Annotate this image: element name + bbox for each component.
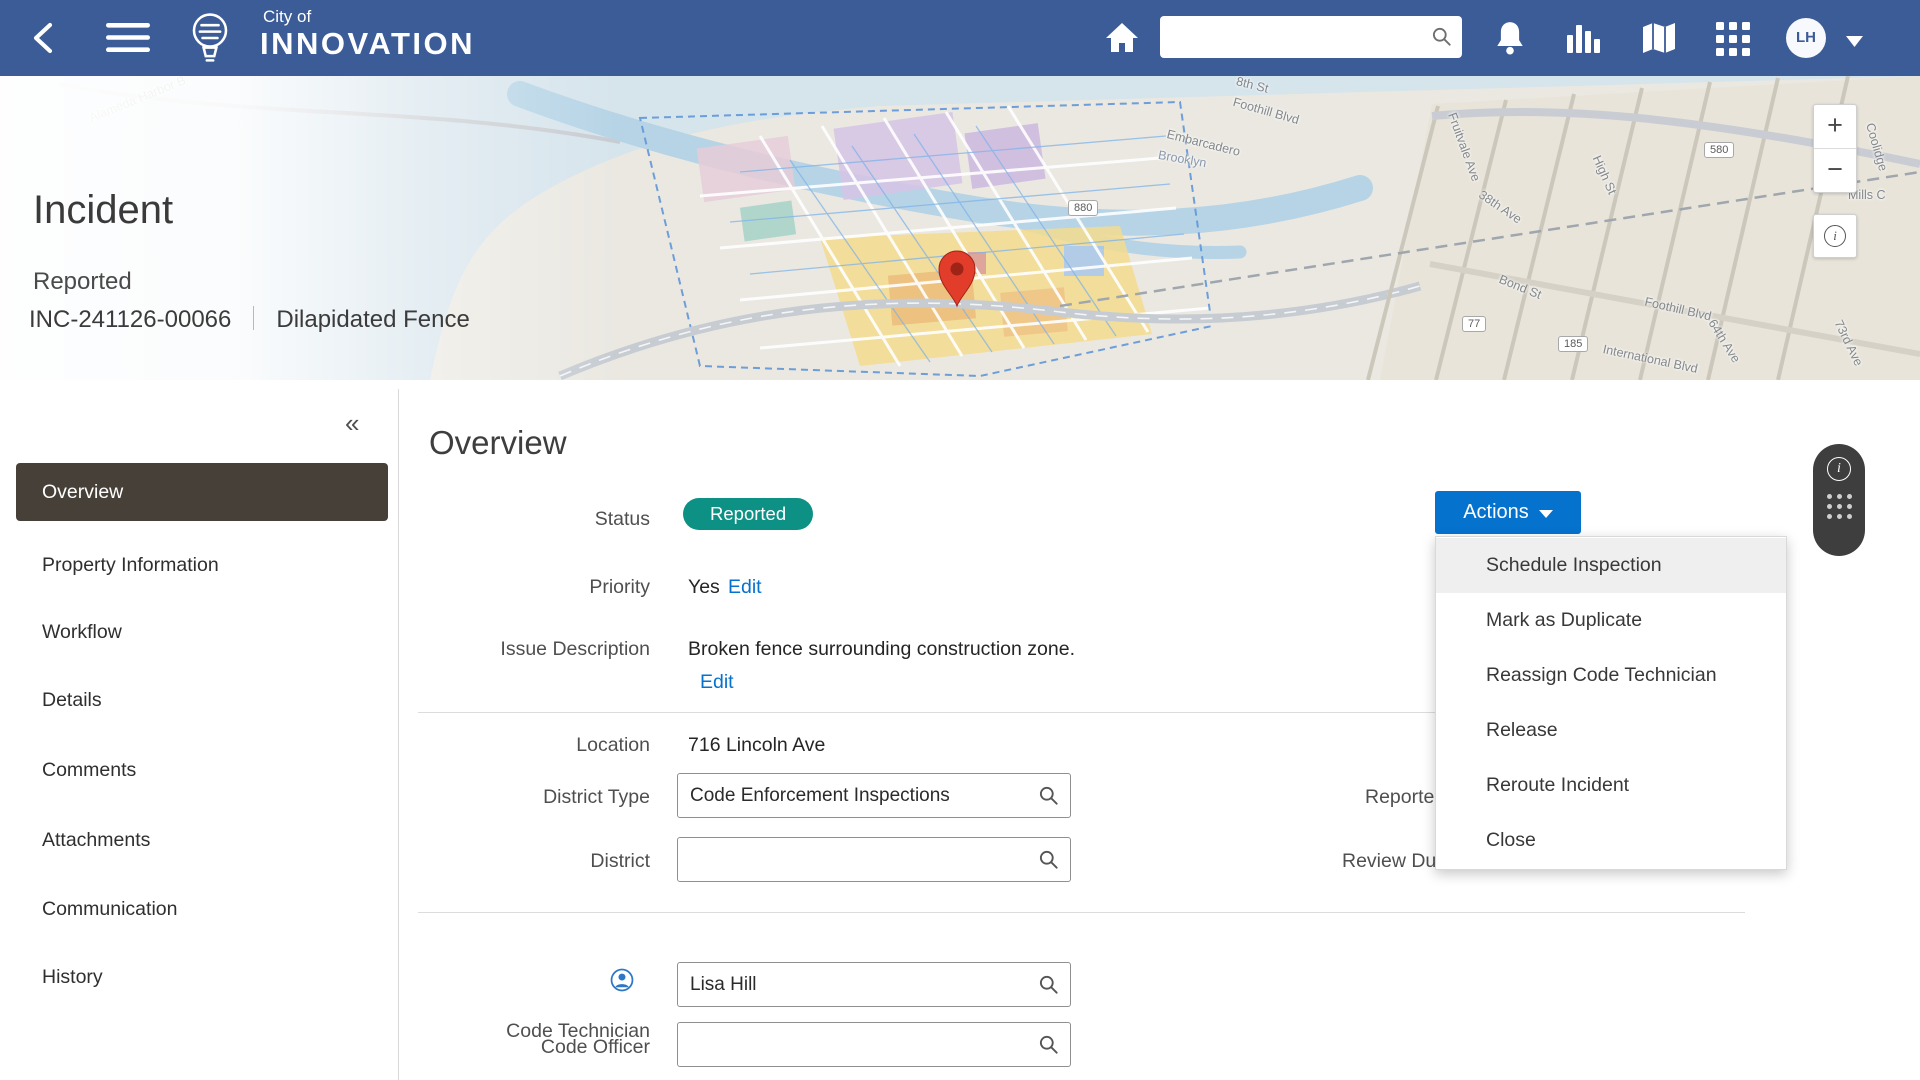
priority-value: Yes <box>688 576 720 599</box>
analytics-button[interactable] <box>1564 21 1602 60</box>
logo-city-of: City of <box>263 7 311 27</box>
menu-item-mark-as-duplicate[interactable]: Mark as Duplicate <box>1436 593 1786 648</box>
global-search: ? <box>1160 16 1462 58</box>
logo-innovation: INNOVATION <box>260 26 475 62</box>
divider <box>253 306 254 330</box>
sidebar-divider <box>398 389 399 1080</box>
code-technician-field <box>677 962 1071 1007</box>
page: City of INNOVATION ? LH <box>0 0 1920 1080</box>
search-icon[interactable] <box>1038 785 1060 812</box>
location-label: Location <box>418 734 650 757</box>
search-icon[interactable] <box>1038 974 1060 1001</box>
bar-chart-icon <box>1564 21 1602 55</box>
sidebar-item-overview[interactable]: Overview <box>16 463 388 521</box>
person-icon <box>610 968 634 997</box>
map-info-button[interactable]: i <box>1813 214 1857 258</box>
search-icon[interactable] <box>1038 1034 1060 1061</box>
bell-icon <box>1494 20 1526 56</box>
location-value: 716 Lincoln Ave <box>688 734 825 757</box>
menu-item-reassign-code-technician[interactable]: Reassign Code Technician <box>1436 648 1786 703</box>
hamburger-icon <box>106 23 150 53</box>
back-chevron-icon <box>30 21 56 55</box>
search-icon[interactable] <box>1431 26 1453 53</box>
user-menu-caret[interactable] <box>1846 34 1863 52</box>
district-field <box>677 837 1071 882</box>
priority-edit-link[interactable]: Edit <box>728 576 762 599</box>
code-officer-input[interactable] <box>678 1023 1070 1066</box>
district-type-field <box>677 773 1071 818</box>
menu-item-close[interactable]: Close <box>1436 813 1786 868</box>
search-icon[interactable] <box>1038 849 1060 876</box>
menu-item-schedule-inspection[interactable]: Schedule Inspection <box>1436 538 1786 593</box>
status-badge: Reported <box>683 498 813 530</box>
chevron-down-icon <box>1846 36 1863 47</box>
sidebar-collapse-button[interactable]: « <box>345 408 359 439</box>
incident-status-text: Reported <box>33 268 333 296</box>
home-icon <box>1104 22 1140 54</box>
apps-grid-button[interactable] <box>1716 22 1750 61</box>
code-officer-label: Code Officer <box>418 1036 650 1059</box>
code-officer-field <box>677 1022 1071 1067</box>
top-nav-bar: City of INNOVATION ? LH <box>0 0 1920 76</box>
sidebar-item-property-information[interactable]: Property Information <box>16 541 388 589</box>
district-label: District <box>418 850 650 873</box>
district-type-input[interactable] <box>678 774 1070 817</box>
info-icon[interactable]: i <box>1827 457 1851 481</box>
district-type-label: District Type <box>418 786 650 809</box>
district-input[interactable] <box>678 838 1070 881</box>
incident-title: Incident <box>33 188 433 233</box>
sidebar-item-details[interactable]: Details <box>16 676 388 724</box>
back-button[interactable] <box>30 21 56 60</box>
lightbulb-logo-icon <box>178 6 242 75</box>
map-icon <box>1640 21 1678 55</box>
info-icon: i <box>1824 225 1846 247</box>
issue-description-value: Broken fence surrounding construction zo… <box>688 638 1075 661</box>
issue-description-label: Issue Description <box>418 638 650 661</box>
menu-item-release[interactable]: Release <box>1436 703 1786 758</box>
floating-info-widget[interactable]: i <box>1813 444 1865 556</box>
chevron-down-icon <box>1539 510 1553 518</box>
map-banner[interactable]: Alameda Harbor B 8th St Embarcadero Foot… <box>0 76 1920 380</box>
incident-type: Dilapidated Fence <box>276 306 469 333</box>
zoom-out-button[interactable]: − <box>1814 149 1856 192</box>
drag-handle-dots-icon[interactable] <box>1827 494 1852 519</box>
sidebar-item-history[interactable]: History <box>16 953 388 1001</box>
sidebar-item-attachments[interactable]: Attachments <box>16 816 388 864</box>
notifications-button[interactable] <box>1494 20 1526 61</box>
global-search-input[interactable] <box>1160 16 1462 58</box>
status-label: Status <box>418 508 650 531</box>
user-avatar[interactable]: LH <box>1786 18 1826 58</box>
sidebar-item-communication[interactable]: Communication <box>16 885 388 933</box>
zoom-in-button[interactable]: + <box>1814 105 1856 148</box>
incident-id: INC-241126-00066 <box>29 306 231 333</box>
hamburger-menu-button[interactable] <box>106 23 150 58</box>
actions-menu: Schedule Inspection Mark as Duplicate Re… <box>1435 536 1787 870</box>
issue-description-edit-link[interactable]: Edit <box>700 671 734 694</box>
sidebar-item-workflow[interactable]: Workflow <box>16 608 388 656</box>
section-divider <box>418 912 1745 913</box>
actions-button[interactable]: Actions <box>1435 491 1581 534</box>
map-zoom-controls: + − <box>1813 104 1857 193</box>
home-button[interactable] <box>1104 22 1140 59</box>
actions-button-label: Actions <box>1463 501 1529 524</box>
sidebar-item-comments[interactable]: Comments <box>16 746 388 794</box>
map-button[interactable] <box>1640 21 1678 60</box>
priority-label: Priority <box>418 576 650 599</box>
page-title: Overview <box>429 424 567 462</box>
code-technician-input[interactable] <box>678 963 1070 1006</box>
grid-icon <box>1716 22 1750 56</box>
menu-item-reroute-incident[interactable]: Reroute Incident <box>1436 758 1786 813</box>
